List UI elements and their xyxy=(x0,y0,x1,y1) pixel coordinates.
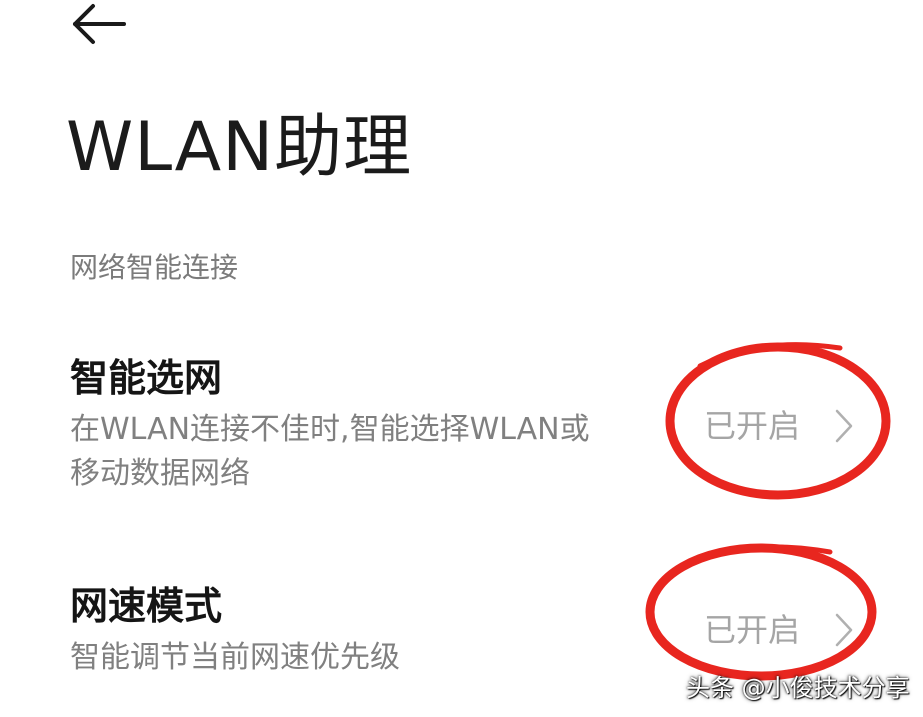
setting-title: 智能选网 xyxy=(70,356,223,400)
chevron-right-icon xyxy=(834,612,854,648)
setting-status: 已开启 xyxy=(704,611,801,649)
section-header: 网络智能连接 xyxy=(70,251,239,284)
setting-title: 网速模式 xyxy=(70,584,223,628)
setting-description: 移动数据网络 xyxy=(70,456,250,491)
setting-status: 已开启 xyxy=(704,407,801,445)
chevron-right-icon xyxy=(834,408,854,444)
watermark: 头条 @小俊技术分享 xyxy=(686,674,910,702)
setting-row-smart-network[interactable]: 智能选网 在WLAN连接不佳时,智能选择WLAN或 移动数据网络 已开启 xyxy=(0,352,923,502)
arrow-left-icon xyxy=(73,4,126,44)
setting-description: 智能调节当前网速优先级 xyxy=(70,640,400,675)
back-button[interactable] xyxy=(66,2,132,46)
page-title: WLAN助理 xyxy=(66,108,413,187)
setting-description: 在WLAN连接不佳时,智能选择WLAN或 xyxy=(70,412,590,447)
